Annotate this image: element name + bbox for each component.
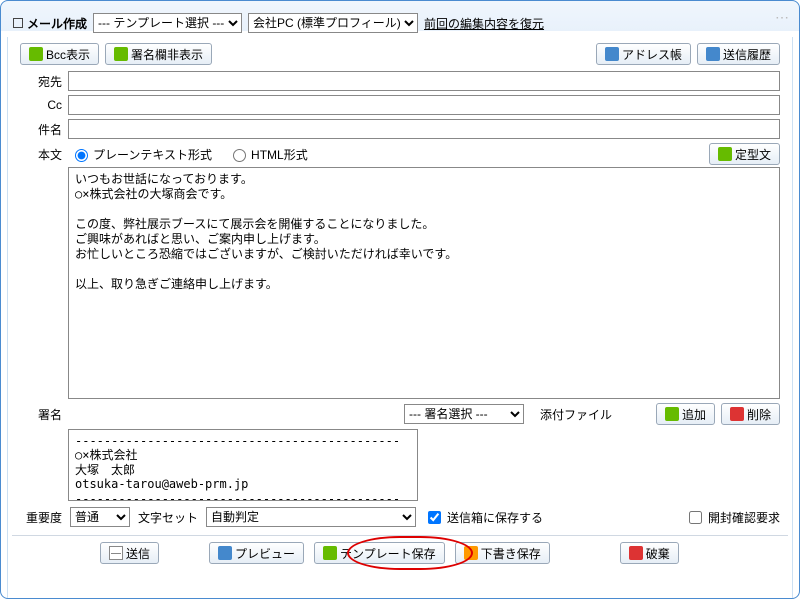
body-textarea[interactable] (68, 167, 780, 399)
save-draft-button[interactable]: 下書き保存 (455, 542, 550, 564)
attach-add-label: 追加 (682, 406, 706, 423)
save-draft-label: 下書き保存 (481, 545, 541, 562)
show-bcc-label: Bcc表示 (46, 46, 90, 63)
delete-icon (730, 407, 744, 421)
profile-select[interactable]: 会社PC (標準プロフィール) (248, 13, 418, 33)
discard-button[interactable]: 破棄 (620, 542, 679, 564)
hide-signature-button[interactable]: 署名欄非表示 (105, 43, 212, 65)
attach-delete-label: 削除 (747, 406, 771, 423)
save-to-sent-input[interactable] (428, 511, 441, 524)
show-bcc-button[interactable]: Bcc表示 (20, 43, 99, 65)
save-template-icon (323, 546, 337, 560)
send-history-button[interactable]: 送信履歴 (697, 43, 780, 65)
save-template-button[interactable]: テンプレート保存 (314, 542, 445, 564)
save-template-label: テンプレート保存 (340, 545, 436, 562)
cc-input[interactable] (68, 95, 780, 115)
attachment-label: 添付ファイル (540, 406, 612, 423)
read-receipt-label: 開封確認要求 (708, 509, 780, 526)
template-select[interactable]: --- テンプレート選択 --- (93, 13, 242, 33)
plaintext-radio-label: プレーンテキスト形式 (93, 146, 212, 163)
send-label: 送信 (126, 545, 150, 562)
priority-label: 重要度 (20, 509, 62, 526)
html-radio-input[interactable] (233, 149, 246, 162)
boilerplate-label: 定型文 (735, 146, 771, 163)
html-radio-label: HTML形式 (251, 146, 308, 163)
plaintext-radio-input[interactable] (75, 149, 88, 162)
plaintext-radio[interactable]: プレーンテキスト形式 (70, 146, 212, 163)
send-button[interactable]: 送信 (100, 542, 159, 564)
send-history-label: 送信履歴 (723, 46, 771, 63)
window-title-text: メール作成 (27, 15, 87, 32)
address-book-label: アドレス帳 (622, 46, 682, 63)
to-label: 宛先 (20, 73, 62, 90)
boilerplate-icon (718, 147, 732, 161)
preview-button[interactable]: プレビュー (209, 542, 304, 564)
priority-select[interactable]: 普通 (70, 507, 130, 527)
signature-label: 署名 (20, 406, 62, 423)
loading-spinner-icon: ⋯ (775, 9, 789, 26)
hide-signature-label: 署名欄非表示 (131, 46, 203, 63)
save-to-sent-label: 送信箱に保存する (447, 509, 543, 526)
html-radio[interactable]: HTML形式 (228, 146, 308, 163)
read-receipt-input[interactable] (689, 511, 702, 524)
bcc-icon (29, 47, 43, 61)
preview-label: プレビュー (235, 545, 295, 562)
history-icon (706, 47, 720, 61)
signature-icon (114, 47, 128, 61)
body-label: 本文 (20, 146, 62, 163)
attach-delete-button[interactable]: 削除 (721, 403, 780, 425)
preview-icon (218, 546, 232, 560)
save-draft-icon (464, 546, 478, 560)
address-book-icon (605, 47, 619, 61)
window-icon (13, 18, 23, 28)
read-receipt-checkbox[interactable]: 開封確認要求 (685, 508, 780, 527)
subject-input[interactable] (68, 119, 780, 139)
address-book-button[interactable]: アドレス帳 (596, 43, 691, 65)
save-to-sent-checkbox[interactable]: 送信箱に保存する (424, 508, 543, 527)
discard-icon (629, 546, 643, 560)
add-icon (665, 407, 679, 421)
boilerplate-button[interactable]: 定型文 (709, 143, 780, 165)
window-title: メール作成 (13, 15, 87, 32)
charset-label: 文字セット (138, 509, 198, 526)
send-icon (109, 546, 123, 560)
cc-label: Cc (20, 98, 62, 112)
charset-select[interactable]: 自動判定 (206, 507, 416, 527)
attach-add-button[interactable]: 追加 (656, 403, 715, 425)
to-input[interactable] (68, 71, 780, 91)
signature-textarea[interactable] (68, 429, 418, 501)
discard-label: 破棄 (646, 545, 670, 562)
restore-previous-link[interactable]: 前回の編集内容を復元 (424, 15, 544, 32)
subject-label: 件名 (20, 121, 62, 138)
signature-select[interactable]: --- 署名選択 --- (404, 404, 524, 424)
